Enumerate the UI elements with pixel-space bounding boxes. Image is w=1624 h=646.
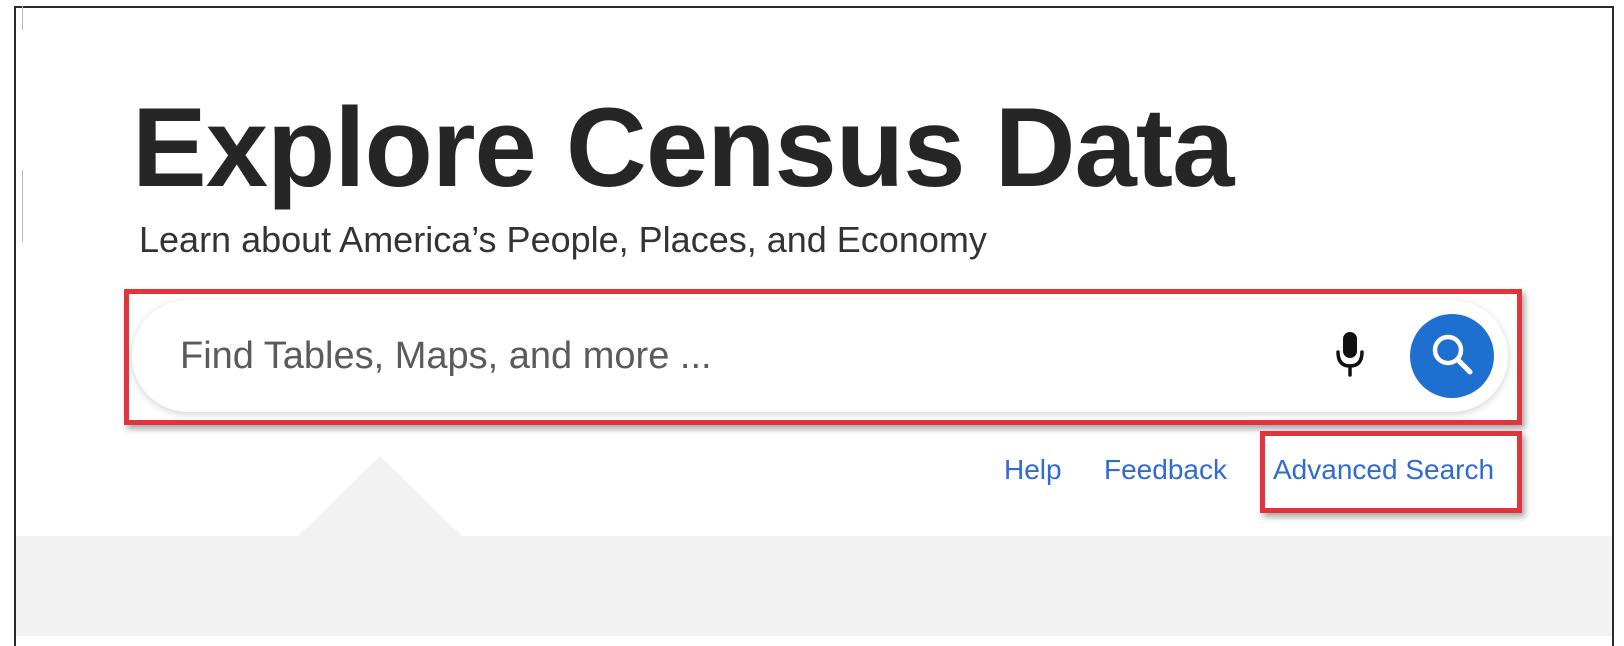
edge-divider [14, 6, 23, 30]
feedback-link[interactable]: Feedback [1104, 456, 1227, 484]
help-link[interactable]: Help [1004, 456, 1062, 484]
panel-pointer [298, 456, 462, 536]
page-title: Explore Census Data [132, 85, 1234, 210]
edge-divider [14, 170, 23, 242]
advanced-search-highlight-box [1260, 431, 1522, 513]
search-highlight-box [124, 289, 1522, 425]
page-subtitle: Learn about America’s People, Places, an… [139, 219, 987, 260]
content-panel [16, 536, 1612, 636]
